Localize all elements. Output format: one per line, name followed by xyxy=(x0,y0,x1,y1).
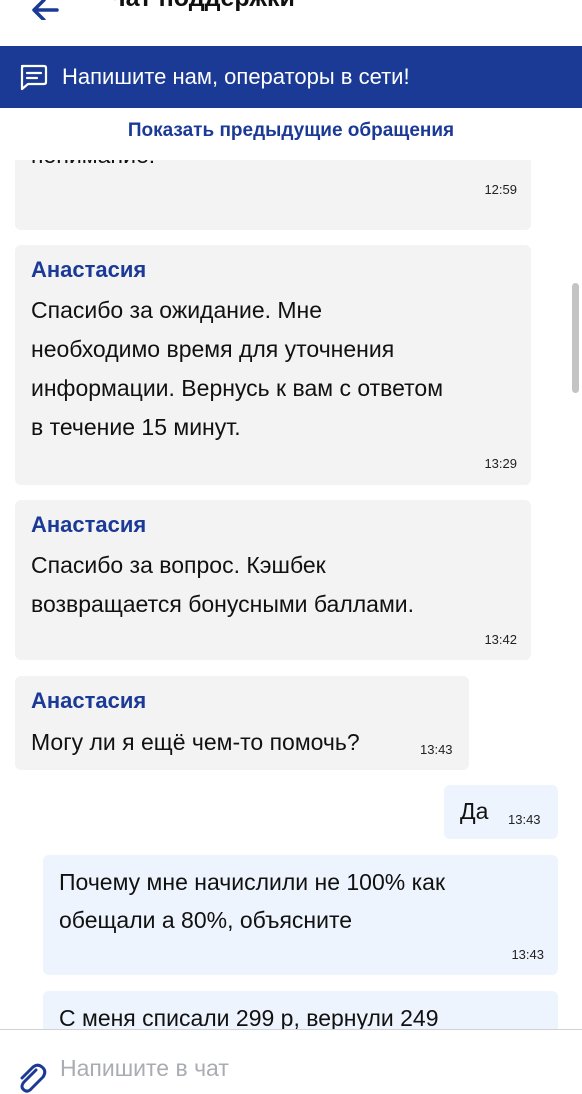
message-time: 13:42 xyxy=(484,632,517,647)
message-text: необходимо время для уточнения xyxy=(31,336,395,362)
show-previous-link[interactable]: Показать предыдущие обращения xyxy=(0,120,582,142)
message-sender: Анастасия xyxy=(31,257,147,282)
message-bubble: Да 13:43 xyxy=(444,785,558,839)
message-bubble: понимание! 12:59 xyxy=(15,160,531,230)
message-text: Спасибо за вопрос. Кэшбек xyxy=(31,552,326,578)
message-time: 12:59 xyxy=(484,182,517,197)
chat-bubble-icon xyxy=(20,64,48,91)
message-time: 13:43 xyxy=(420,742,453,757)
paperclip-icon[interactable] xyxy=(14,1060,48,1094)
chat-scrollbar[interactable] xyxy=(572,283,579,393)
message-text: Спасибо за ожидание. Мне xyxy=(31,297,323,323)
message-text: обещали а 80%, объясните xyxy=(59,907,353,933)
message-text: понимание! xyxy=(31,160,155,175)
message-text: Да xyxy=(460,798,489,824)
top-bar: Чат поддержки xyxy=(0,0,582,46)
banner-text: Напишите нам, операторы в сети! xyxy=(62,64,410,89)
message-bubble: Анастасия Спасибо за ожидание. Мне необх… xyxy=(15,245,531,485)
message-bubble: С меня списали 299 р, вернули 249 xyxy=(43,991,558,1030)
message-sender: Анастасия xyxy=(31,688,147,713)
message-bubble: Почему мне начислили не 100% как обещали… xyxy=(43,855,558,975)
message-composer xyxy=(0,1029,582,1094)
message-bubble: Анастасия Могу ли я ещё чем-то помочь? 1… xyxy=(15,676,469,770)
message-text: возвращается бонусными баллами. xyxy=(31,591,415,617)
message-text: Почему мне начислили не 100% как xyxy=(59,869,446,895)
message-text: информации. Вернусь к вам с ответом xyxy=(31,375,444,401)
arrow-left-icon[interactable] xyxy=(30,0,60,20)
message-input[interactable] xyxy=(60,1052,560,1084)
chat-messages[interactable]: понимание! 12:59 Анастасия Спасибо за ож… xyxy=(0,160,582,1030)
online-banner[interactable]: Напишите нам, операторы в сети! xyxy=(0,46,582,108)
message-time: 13:29 xyxy=(484,456,517,471)
message-text: С меня списали 299 р, вернули 249 xyxy=(59,1005,439,1030)
message-time: 13:43 xyxy=(511,947,544,962)
message-sender: Анастасия xyxy=(31,512,147,537)
message-bubble: Анастасия Спасибо за вопрос. Кэшбек возв… xyxy=(15,500,531,660)
message-text: Могу ли я ещё чем-то помочь? xyxy=(31,729,360,755)
message-text: в течение 15 минут. xyxy=(31,414,241,440)
message-time: 13:43 xyxy=(508,812,541,827)
page-title: Чат поддержки xyxy=(108,0,295,13)
